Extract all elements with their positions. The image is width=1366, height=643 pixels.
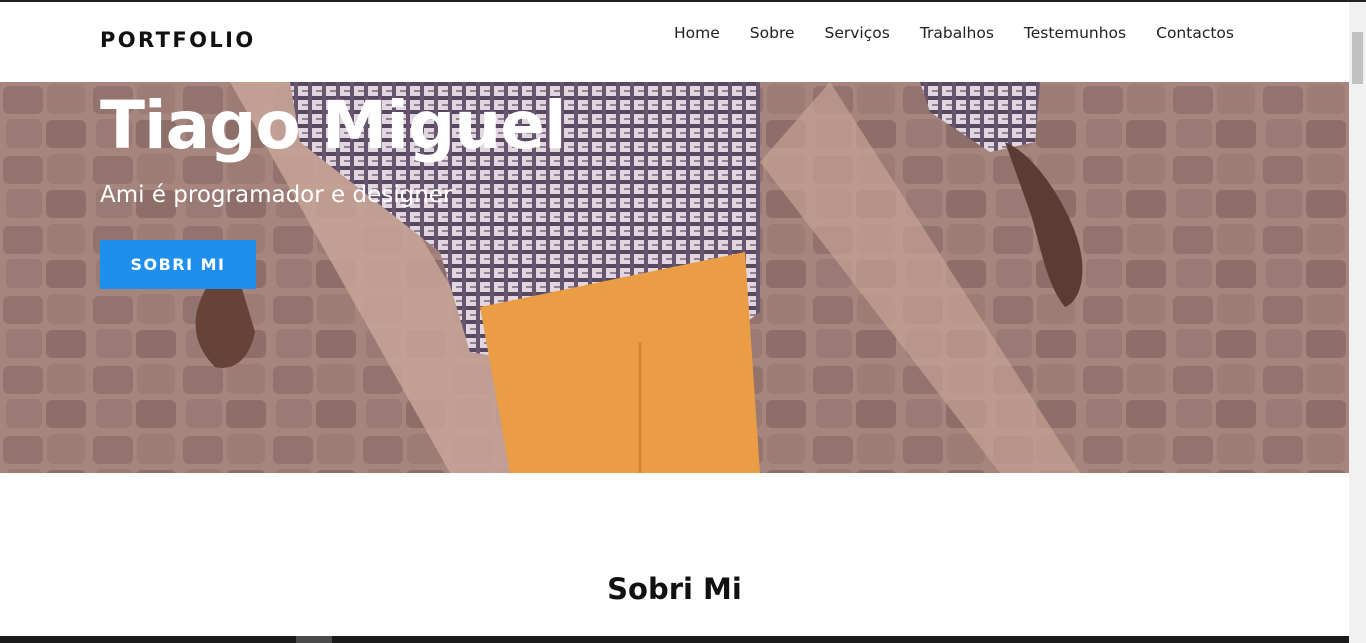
nav-trabalhos[interactable]: Trabalhos: [920, 22, 994, 44]
navbar: PORTFOLIO Home Sobre Serviços Trabalhos …: [0, 2, 1349, 82]
nav-home[interactable]: Home: [674, 22, 720, 44]
nav-sobre[interactable]: Sobre: [750, 22, 795, 44]
hero-subtitle: Ami é programador e designer: [100, 182, 453, 208]
page-viewport: PORTFOLIO Home Sobre Serviços Trabalhos …: [0, 2, 1349, 636]
hero-section: Tiago Miguel Ami é programador e designe…: [0, 82, 1349, 473]
site-logo[interactable]: PORTFOLIO: [100, 28, 256, 52]
about-me-button[interactable]: SOBRI MI: [100, 240, 256, 289]
bottom-bar: [0, 636, 1349, 643]
about-section-title: Sobri Mi: [607, 572, 742, 606]
nav-contactos[interactable]: Contactos: [1156, 22, 1234, 44]
main-nav: Home Sobre Serviços Trabalhos Testemunho…: [644, 22, 1234, 44]
vertical-scrollbar[interactable]: [1349, 2, 1366, 643]
hero-title: Tiago Miguel: [100, 87, 567, 164]
bottom-bar-segment: [296, 636, 332, 643]
nav-servicos[interactable]: Serviços: [825, 22, 890, 44]
nav-testemunhos[interactable]: Testemunhos: [1024, 22, 1126, 44]
scrollbar-thumb[interactable]: [1352, 32, 1363, 84]
